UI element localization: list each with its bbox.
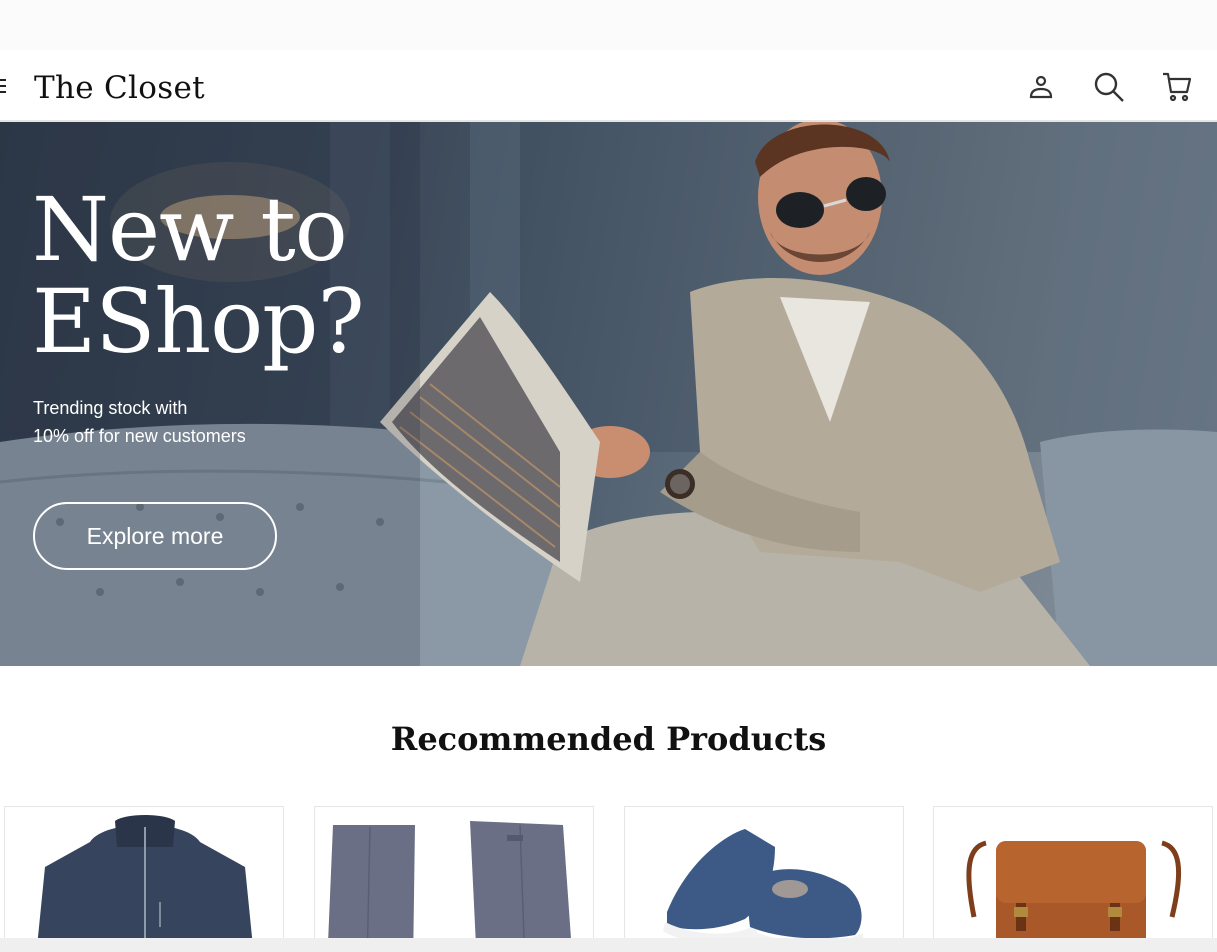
hero-subtitle-line-1: Trending stock with bbox=[33, 398, 188, 418]
product-card-satchel[interactable] bbox=[933, 806, 1213, 952]
grey-trousers-image bbox=[327, 821, 572, 952]
hero-title: New to EShop? bbox=[32, 178, 365, 373]
cart-icon[interactable] bbox=[1160, 70, 1194, 104]
product-card-sneakers[interactable] bbox=[624, 806, 904, 952]
recommended-products-heading: Recommended Products bbox=[390, 720, 827, 758]
hero-subtitle-line-2: 10% off for new customers bbox=[33, 426, 246, 446]
product-card-trousers[interactable] bbox=[314, 806, 594, 952]
navy-jacket-image bbox=[36, 815, 254, 952]
top-strip bbox=[0, 0, 1217, 50]
explore-more-button[interactable]: Explore more bbox=[33, 502, 277, 570]
site-logo[interactable]: The Closet bbox=[34, 70, 205, 106]
leather-satchel-image bbox=[966, 840, 1182, 952]
product-card-jacket[interactable] bbox=[4, 806, 284, 952]
navy-sneakers-image bbox=[663, 829, 863, 950]
hero-title-line-2: EShop? bbox=[32, 270, 365, 373]
hero-title-line-1: New to bbox=[32, 178, 348, 281]
site-header: The Closet bbox=[0, 50, 1217, 122]
hero-banner: New to EShop? Trending stock with 10% of… bbox=[0, 122, 1217, 666]
hero-subtitle: Trending stock with 10% off for new cust… bbox=[33, 394, 246, 450]
account-icon[interactable] bbox=[1024, 70, 1058, 104]
search-icon[interactable] bbox=[1092, 70, 1126, 104]
bottom-scroll-area bbox=[0, 938, 1217, 952]
menu-icon[interactable] bbox=[0, 77, 6, 95]
